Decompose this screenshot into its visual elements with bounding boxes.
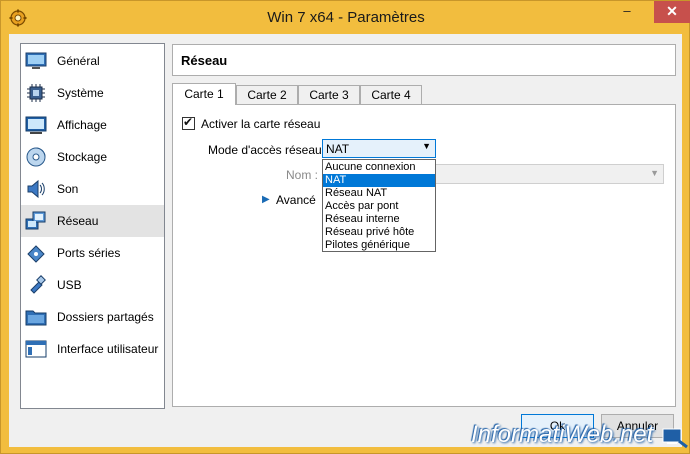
dropdown-option[interactable]: Pilotes générique	[323, 239, 435, 252]
chevron-down-icon: ▼	[422, 141, 431, 151]
advanced-toggle[interactable]: Avancé	[276, 193, 316, 207]
sidebar-item-shared-folders[interactable]: Dossiers partagés	[21, 301, 164, 333]
adapter-panel: Activer la carte réseau Mode d'accès rés…	[172, 104, 676, 407]
speaker-icon	[27, 179, 45, 199]
window-title: Win 7 x64 - Paramètres	[267, 9, 425, 26]
dialog-body: Général Système Affichage Stockage Son R…	[9, 34, 682, 447]
sidebar-item-label: Son	[57, 182, 79, 196]
dropdown-option[interactable]: Aucune connexion	[323, 161, 435, 174]
dropdown-option[interactable]: Réseau interne	[323, 213, 435, 226]
access-mode-label: Mode d'accès réseau :	[208, 143, 329, 157]
enable-adapter-checkbox[interactable]	[182, 115, 195, 130]
title-bar[interactable]: Win 7 x64 - Paramètres – ✕	[1, 1, 690, 35]
watermark: InformatiWeb.net	[471, 421, 654, 448]
dropdown-option[interactable]: Réseau NAT	[323, 187, 435, 200]
close-button[interactable]: ✕	[654, 1, 690, 23]
serial-port-icon	[27, 245, 45, 263]
folder-icon	[25, 310, 47, 326]
monitor-icon	[25, 52, 47, 69]
chip-icon	[27, 84, 45, 102]
enable-adapter-label[interactable]: Activer la carte réseau	[201, 117, 320, 131]
tab-adapter-1[interactable]: Carte 1	[172, 83, 236, 105]
sidebar-item-label: Stockage	[57, 150, 108, 164]
page-header: Réseau	[172, 44, 676, 76]
chevron-down-icon: ▼	[650, 168, 659, 178]
sidebar-item-label: Général	[57, 54, 100, 68]
dropdown-option[interactable]: Accès par pont	[323, 200, 435, 213]
network-icon	[25, 211, 46, 230]
access-mode-dropdown: Aucune connexion NAT Réseau NAT Accès pa…	[322, 159, 436, 252]
watermark-logo-icon	[662, 428, 688, 449]
sidebar-item-audio[interactable]: Son	[21, 173, 164, 205]
dropdown-option[interactable]: NAT	[323, 174, 435, 187]
adapter-tabs: Carte 1 Carte 2 Carte 3 Carte 4	[172, 83, 676, 105]
sidebar-item-serial-ports[interactable]: Ports séries	[21, 237, 164, 269]
dropdown-option[interactable]: Réseau privé hôte	[323, 226, 435, 239]
disk-icon	[26, 147, 46, 167]
tab-adapter-4[interactable]: Carte 4	[360, 85, 422, 105]
sidebar-item-display[interactable]: Affichage	[21, 109, 164, 141]
sidebar-item-label: Ports séries	[57, 246, 121, 260]
sidebar-item-network[interactable]: Réseau	[21, 205, 164, 237]
sidebar-item-general[interactable]: Général	[21, 45, 164, 77]
sidebar-item-storage[interactable]: Stockage	[21, 141, 164, 173]
access-mode-value: NAT	[326, 142, 350, 156]
ui-window-icon	[25, 340, 47, 358]
maximize-button[interactable]	[641, 1, 654, 23]
usb-icon	[30, 275, 46, 294]
expand-arrow-icon[interactable]: ▶	[262, 194, 270, 205]
sidebar-item-label: Réseau	[57, 214, 99, 228]
settings-window: Win 7 x64 - Paramètres – ✕ Général Systè…	[0, 0, 690, 454]
sidebar-item-label: Dossiers partagés	[57, 310, 154, 324]
sidebar-item-label: USB	[57, 278, 82, 292]
display-icon	[25, 116, 47, 134]
settings-sidebar: Général Système Affichage Stockage Son R…	[20, 43, 165, 409]
tab-adapter-3[interactable]: Carte 3	[298, 85, 360, 105]
access-mode-select[interactable]: NAT ▼	[322, 139, 436, 158]
page-title: Réseau	[181, 53, 228, 68]
sidebar-item-system[interactable]: Système	[21, 77, 164, 109]
sidebar-item-label: Affichage	[57, 118, 107, 132]
minimize-button[interactable]: –	[613, 1, 641, 23]
sidebar-item-user-interface[interactable]: Interface utilisateur	[21, 333, 164, 365]
name-label: Nom :	[286, 168, 319, 182]
sidebar-item-label: Interface utilisateur	[57, 342, 159, 356]
sidebar-item-usb[interactable]: USB	[21, 269, 164, 301]
tab-adapter-2[interactable]: Carte 2	[236, 85, 298, 105]
sidebar-item-label: Système	[57, 86, 104, 100]
